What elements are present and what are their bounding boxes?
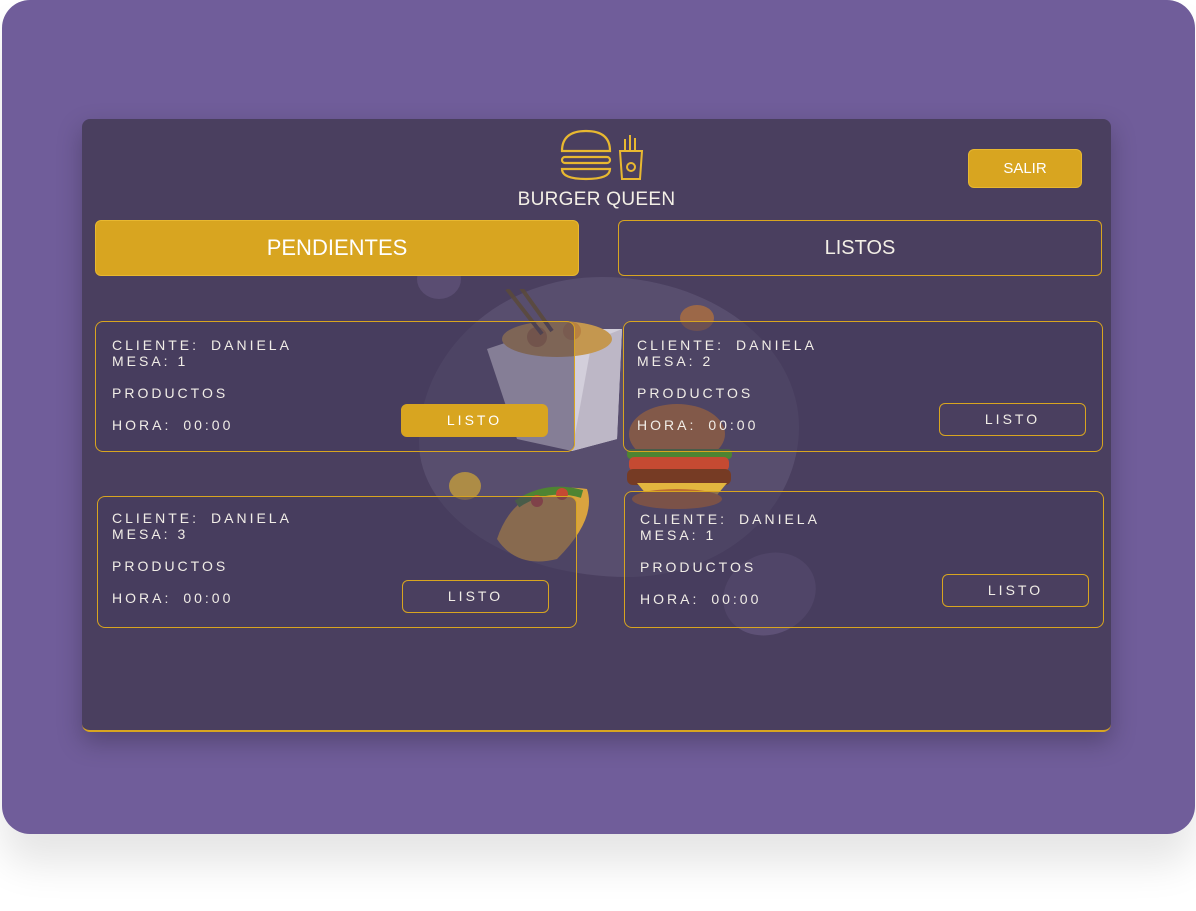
products-label: PRODUCTOS bbox=[112, 558, 229, 574]
table-number: 1 bbox=[705, 527, 717, 543]
products-label: PRODUCTOS bbox=[640, 559, 757, 575]
products-label: PRODUCTOS bbox=[112, 385, 229, 401]
client-label: CLIENTE: bbox=[640, 511, 728, 527]
time-label: HORA: bbox=[112, 417, 172, 433]
burger-icon bbox=[560, 129, 644, 181]
listo-button[interactable]: LISTO bbox=[939, 403, 1086, 436]
table-number: 1 bbox=[177, 353, 189, 369]
fries-icon bbox=[618, 135, 644, 180]
client-name: DANIELA bbox=[736, 337, 817, 353]
products-label: PRODUCTOS bbox=[637, 385, 754, 401]
brand-name: BURGER QUEEN bbox=[517, 189, 676, 210]
order-card: CLIENTE: DANIELA MESA: 1 PRODUCTOS HORA: 0… bbox=[95, 321, 575, 452]
listo-button[interactable]: LISTO bbox=[402, 580, 549, 613]
kitchen-panel: BURGER QUEEN SALIR PENDIENTES LISTOS CLI… bbox=[82, 119, 1111, 732]
listo-button[interactable]: LISTO bbox=[942, 574, 1089, 607]
client-name: DANIELA bbox=[739, 511, 820, 527]
table-label: MESA: bbox=[637, 353, 696, 369]
table-number: 3 bbox=[177, 526, 189, 542]
client-label: CLIENTE: bbox=[112, 510, 200, 526]
client-name: DANIELA bbox=[211, 510, 292, 526]
client-label: CLIENTE: bbox=[637, 337, 725, 353]
client-name: DANIELA bbox=[211, 337, 292, 353]
order-time: 00:00 bbox=[708, 417, 759, 433]
order-card: CLIENTE: DANIELA MESA: 1 PRODUCTOS HORA: 0… bbox=[624, 491, 1104, 628]
time-label: HORA: bbox=[640, 591, 700, 607]
time-label: HORA: bbox=[637, 417, 697, 433]
client-label: CLIENTE: bbox=[112, 337, 200, 353]
tab-pendientes[interactable]: PENDIENTES bbox=[95, 220, 579, 276]
order-time: 00:00 bbox=[711, 591, 762, 607]
table-label: MESA: bbox=[640, 527, 699, 543]
time-label: HORA: bbox=[112, 590, 172, 606]
tab-listos[interactable]: LISTOS bbox=[618, 220, 1102, 276]
order-time: 00:00 bbox=[183, 590, 234, 606]
order-card: CLIENTE: DANIELA MESA: 3 PRODUCTOS HORA: 0… bbox=[97, 496, 577, 628]
app-background: BURGER QUEEN SALIR PENDIENTES LISTOS CLI… bbox=[2, 0, 1195, 834]
table-number: 2 bbox=[702, 353, 714, 369]
table-label: MESA: bbox=[112, 353, 171, 369]
logout-button[interactable]: SALIR bbox=[968, 149, 1082, 188]
order-card: CLIENTE: DANIELA MESA: 2 PRODUCTOS HORA: 0… bbox=[623, 321, 1103, 452]
order-time: 00:00 bbox=[183, 417, 234, 433]
table-label: MESA: bbox=[112, 526, 171, 542]
listo-button[interactable]: LISTO bbox=[401, 404, 548, 437]
